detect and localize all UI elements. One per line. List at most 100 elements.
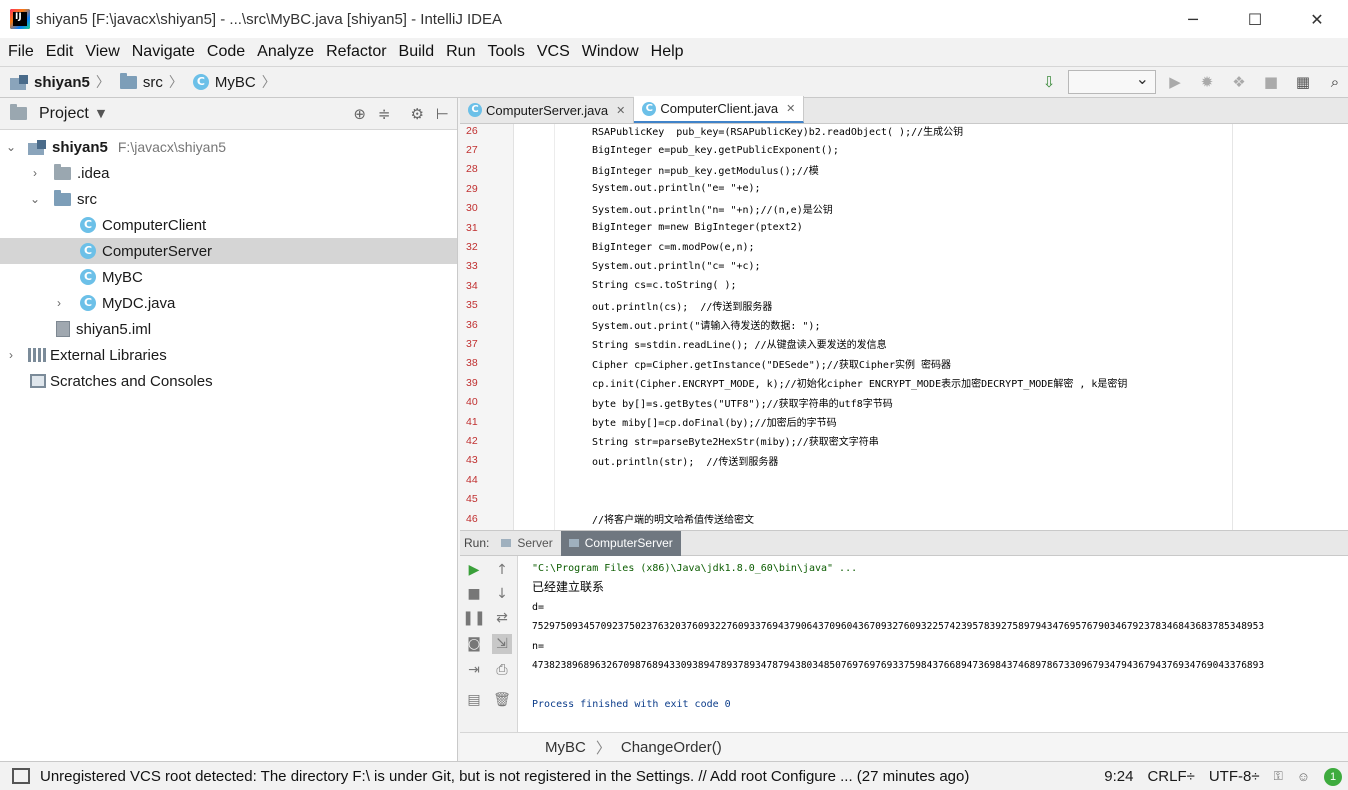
menu-run[interactable]: Run — [440, 43, 481, 61]
tree-item-src[interactable]: ⌄ src — [0, 186, 457, 212]
trash-icon[interactable]: 🗑 — [492, 690, 512, 710]
code-line: 41 byte miby[]=cp.doFinal(by);//加密后的字节码 — [460, 412, 1348, 431]
chevron-right-icon[interactable]: › — [50, 296, 68, 310]
layout-icon[interactable]: ▤ — [464, 690, 484, 710]
run-icon[interactable]: ▶ — [1162, 69, 1188, 95]
toolbar-right: ⇩ ▶ ✹ ❖ ■ ▦ ⌕ — [1030, 67, 1348, 97]
up-arrow-icon[interactable]: ↑ — [492, 560, 512, 580]
chevron-right-icon[interactable]: › — [26, 166, 44, 180]
class-icon: C — [468, 103, 482, 117]
close-icon[interactable]: ✕ — [786, 102, 795, 115]
down-arrow-icon[interactable]: ↓ — [492, 584, 512, 604]
code-line: 32 BigInteger c=m.modPow(e,n); — [460, 237, 1348, 256]
menu-help[interactable]: Help — [645, 43, 690, 61]
code-text: System.out.print("请输入待发送的数据: "); — [592, 321, 821, 333]
run-tab-computerserver[interactable]: ComputerServer — [560, 530, 681, 556]
scroll-to-end-icon[interactable]: ⇲ — [492, 634, 512, 654]
code-line: 45 — [460, 489, 1348, 508]
menu-navigate[interactable]: Navigate — [126, 43, 201, 61]
chevron-down-icon[interactable]: ⌄ — [26, 192, 44, 206]
caret-down-icon[interactable]: ▼ — [97, 107, 105, 120]
breadcrumb-project[interactable]: shiyan5 〉 — [10, 72, 110, 92]
menu-build[interactable]: Build — [393, 43, 441, 61]
maximize-button[interactable]: ☐ — [1224, 0, 1286, 38]
menu-view[interactable]: View — [79, 43, 125, 61]
menu-edit[interactable]: Edit — [40, 43, 80, 61]
menu-refactor[interactable]: Refactor — [320, 43, 392, 61]
rerun-icon[interactable]: ▶ — [464, 560, 484, 580]
close-button[interactable]: ✕ — [1286, 0, 1348, 38]
class-icon: C — [80, 269, 96, 285]
search-icon[interactable]: ⌕ — [1322, 69, 1348, 95]
menu-vcs[interactable]: VCS — [531, 43, 576, 61]
breadcrumb-folder[interactable]: src 〉 — [119, 72, 183, 92]
console-icon — [501, 539, 512, 547]
menu-code[interactable]: Code — [201, 43, 251, 61]
code-line: 39 cp.init(Cipher.ENCRYPT_MODE, k);//初始化c… — [460, 373, 1348, 392]
tab-computerclient[interactable]: C ComputerClient.java ✕ — [634, 96, 805, 123]
tree-item-idea[interactable]: › .idea — [0, 160, 457, 186]
run-configuration-select[interactable] — [1068, 69, 1156, 94]
menu-window[interactable]: Window — [576, 43, 645, 61]
inspector-icon[interactable]: ☺ — [1297, 769, 1310, 784]
crumb-class[interactable]: MyBC — [545, 739, 586, 756]
project-view-icon — [10, 104, 27, 120]
gear-icon[interactable]: ⚙ — [410, 105, 423, 123]
locate-icon[interactable]: ⊕ — [353, 105, 366, 123]
project-tree: ⌄ shiyan5 F:\javacx\shiyan5 › .idea ⌄ sr… — [0, 130, 457, 394]
tree-item-mydc[interactable]: › C MyDC.java — [0, 290, 457, 316]
run-tab-server[interactable]: Server — [493, 531, 560, 556]
code-editor[interactable]: 26 RSAPublicKey pub_key=(RSAPublicKey)b2.… — [460, 124, 1348, 530]
build-project-icon[interactable]: ⇩ — [1036, 69, 1062, 95]
lock-icon[interactable]: ⚿ — [1274, 769, 1283, 784]
tree-item-mybc[interactable]: C MyBC — [0, 264, 457, 290]
tree-item-external-libraries[interactable]: › External Libraries — [0, 342, 457, 368]
minimize-button[interactable]: ─ — [1162, 0, 1224, 38]
tab-computerserver[interactable]: C ComputerServer.java ✕ — [460, 97, 635, 123]
debug-icon[interactable]: ✹ — [1194, 69, 1220, 95]
intellij-logo-icon: IJ — [10, 9, 30, 29]
tree-item-computerclient[interactable]: C ComputerClient — [0, 212, 457, 238]
notifications-badge[interactable]: 1 — [1324, 767, 1342, 786]
pause-icon[interactable]: ❚❚ — [462, 608, 485, 628]
tree-item-iml[interactable]: shiyan5.iml — [0, 316, 457, 342]
run-tool-window: Run: Server ComputerServer ▶ ↑ ■ ↓ ❚❚ ⇄ … — [460, 530, 1348, 733]
crumb-method[interactable]: ChangeOrder() — [621, 739, 722, 756]
tool-windows-icon[interactable] — [12, 768, 30, 784]
tree-item-computerserver[interactable]: C ComputerServer — [0, 238, 457, 264]
chevron-down-icon[interactable]: ⌄ — [2, 140, 20, 154]
stop-icon[interactable]: ■ — [464, 584, 484, 604]
code-text: System.out.println("c= "+c); — [592, 260, 761, 272]
status-message[interactable]: Unregistered VCS root detected: The dire… — [40, 768, 969, 785]
window-controls: ─ ☐ ✕ — [1162, 0, 1348, 38]
chevron-right-icon[interactable]: › — [2, 348, 20, 362]
menu-file[interactable]: File — [2, 43, 40, 61]
code-text: BigInteger m=new BigInteger(ptext2) — [592, 222, 803, 234]
tree-item-scratches[interactable]: Scratches and Consoles — [0, 368, 457, 394]
tree-item-shiyan5[interactable]: ⌄ shiyan5 F:\javacx\shiyan5 — [0, 134, 457, 160]
collapse-all-icon[interactable]: ≑ — [378, 105, 391, 123]
login-icon[interactable]: ⇥ — [464, 660, 484, 680]
print-icon[interactable]: ⎙ — [492, 660, 512, 680]
line-separator[interactable]: CRLF÷ — [1147, 768, 1194, 785]
stop-icon[interactable]: ■ — [1258, 69, 1284, 95]
project-view-title[interactable]: Project — [39, 105, 89, 123]
caret-position[interactable]: 9:24 — [1104, 768, 1133, 785]
coverage-icon[interactable]: ❖ — [1226, 69, 1252, 95]
menu-tools[interactable]: Tools — [481, 43, 530, 61]
project-structure-icon[interactable]: ▦ — [1290, 69, 1316, 95]
navigation-bar: shiyan5 〉 src 〉 C MyBC 〉 ⇩ ▶ ✹ ❖ ■ ▦ ⌕ — [0, 66, 1348, 98]
project-panel-tools: ⊕ ≑ ⚙ ⊢ — [341, 98, 449, 130]
soft-wrap-icon[interactable]: ⇄ — [492, 608, 512, 628]
hide-icon[interactable]: ⊢ — [436, 105, 449, 123]
camera-icon[interactable]: ◙ — [464, 634, 484, 654]
code-line: 36 System.out.print("请输入待发送的数据: "); — [460, 315, 1348, 334]
breadcrumb-file[interactable]: C MyBC 〉 — [192, 72, 276, 92]
code-line: 40 byte by[]=s.getBytes("UTF8");//获取字符串的u… — [460, 392, 1348, 411]
close-icon[interactable]: ✕ — [616, 104, 625, 117]
menu-analyze[interactable]: Analyze — [251, 43, 320, 61]
file-encoding[interactable]: UTF-8÷ — [1209, 768, 1260, 785]
line-number: 41 — [466, 415, 478, 428]
class-icon: C — [642, 101, 657, 116]
console-output[interactable]: "C:\Program Files (x86)\Java\jdk1.8.0_60… — [532, 559, 1342, 714]
